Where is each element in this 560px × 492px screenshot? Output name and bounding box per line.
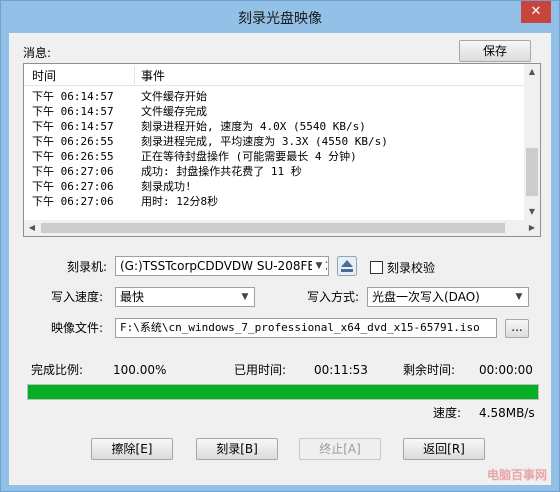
log-event: 刻录成功! <box>141 180 192 193</box>
log-event: 文件缓存开始 <box>141 90 207 103</box>
log-time: 下午 06:14:57 <box>32 90 114 103</box>
complete-label: 完成比例: <box>31 363 84 377</box>
log-row[interactable]: 下午 06:14:57 刻录进程开始, 速度为 4.0X (5540 KB/s) <box>24 118 526 133</box>
log-time: 下午 06:26:55 <box>32 135 114 148</box>
dialog-body: 消息: 保存 时间 事件 下午 06:14:57 文件缓存开始 下午 06:14:5… <box>9 33 551 485</box>
elapsed-label: 已用时间: <box>234 363 287 377</box>
log-row[interactable]: 下午 06:14:57 文件缓存开始 <box>24 88 526 103</box>
scroll-down-icon[interactable]: ▼ <box>524 204 540 220</box>
scroll-left-icon[interactable]: ◀ <box>24 220 40 236</box>
write-speed-value: 最快 <box>120 290 145 304</box>
verify-label: 刻录校验 <box>387 261 436 275</box>
close-icon: ✕ <box>530 4 542 19</box>
column-header-event[interactable]: 事件 <box>141 67 165 84</box>
vertical-scroll-thumb[interactable] <box>526 148 538 196</box>
burn-button[interactable]: 刻录[B] <box>196 438 278 460</box>
stop-button[interactable]: 终止[A] <box>299 438 381 460</box>
column-separator <box>134 66 135 84</box>
burn-image-window: 刻录光盘映像 ✕ 消息: 保存 时间 事件 下午 06:14:57 文件缓存开始下… <box>0 0 560 492</box>
log-time: 下午 06:26:55 <box>32 150 114 163</box>
log-time: 下午 06:27:06 <box>32 195 114 208</box>
log-row[interactable]: 下午 06:27:06 用时: 12分8秒 <box>24 193 526 208</box>
log-row[interactable]: 下午 06:14:57 文件缓存完成 <box>24 103 526 118</box>
watermark-logo: 电脑百事网 <box>486 468 547 482</box>
write-speed-select[interactable]: 最快 ▼ <box>115 287 255 307</box>
write-speed-label: 写入速度: <box>51 290 104 304</box>
scroll-right-icon[interactable]: ▶ <box>524 220 540 236</box>
chevron-down-icon: ▼ <box>238 289 252 305</box>
log-event: 用时: 12分8秒 <box>141 195 219 208</box>
back-button[interactable]: 返回[R] <box>403 438 485 460</box>
log-row[interactable]: 下午 06:27:06 刻录成功! <box>24 178 526 193</box>
window-title: 刻录光盘映像 <box>238 11 322 27</box>
write-mode-value: 光盘一次写入(DAO) <box>372 290 480 304</box>
complete-value: 100.00% <box>113 363 167 377</box>
write-mode-select[interactable]: 光盘一次写入(DAO) ▼ <box>367 287 529 307</box>
burner-label: 刻录机: <box>67 260 108 274</box>
eject-icon[interactable] <box>337 256 357 276</box>
burner-select[interactable]: (G:)TSSTcorpCDDVDW SU-208FB CH00 ▼ <box>115 256 329 276</box>
messages-label: 消息: <box>23 46 52 60</box>
log-row[interactable]: 下午 06:26:55 刻录进程完成, 平均速度为 3.3X (4550 KB/s… <box>24 133 526 148</box>
progress-bar <box>27 384 539 400</box>
horizontal-scroll-thumb[interactable] <box>41 223 505 233</box>
speed-label: 速度: <box>433 406 462 420</box>
speed-value: 4.58MB/s <box>479 406 535 420</box>
title-bar[interactable]: 刻录光盘映像 ✕ <box>1 1 559 33</box>
column-header-time[interactable]: 时间 <box>32 67 56 84</box>
log-row[interactable]: 下午 06:26:55 正在等待封盘操作 (可能需要最长 4 分钟) <box>24 148 526 163</box>
log-event: 正在等待封盘操作 (可能需要最长 4 分钟) <box>141 150 357 163</box>
log-time: 下午 06:14:57 <box>32 105 114 118</box>
message-log[interactable]: 时间 事件 下午 06:14:57 文件缓存开始 下午 06:14:57 文件缓存完成… <box>23 63 541 237</box>
erase-button[interactable]: 擦除[E] <box>91 438 173 460</box>
log-header: 时间 事件 <box>24 64 526 86</box>
log-rows: 下午 06:14:57 文件缓存开始 下午 06:14:57 文件缓存完成 下午 06:… <box>24 88 526 208</box>
log-time: 下午 06:27:06 <box>32 165 114 178</box>
scroll-up-icon[interactable]: ▲ <box>524 64 540 80</box>
remaining-label: 剩余时间: <box>403 363 456 377</box>
log-event: 成功: 封盘操作共花费了 11 秒 <box>141 165 302 178</box>
log-row[interactable]: 下午 06:27:06 成功: 封盘操作共花费了 11 秒 <box>24 163 526 178</box>
burner-value: (G:)TSSTcorpCDDVDW SU-208FB CH00 <box>120 259 329 273</box>
elapsed-value: 00:11:53 <box>314 363 368 377</box>
remaining-value: 00:00:00 <box>479 363 533 377</box>
save-button[interactable]: 保存 <box>459 40 531 62</box>
log-event: 刻录进程完成, 平均速度为 3.3X (4550 KB/s) <box>141 135 388 148</box>
chevron-down-icon: ▼ <box>512 289 526 305</box>
write-mode-label: 写入方式: <box>307 290 360 304</box>
chevron-down-icon: ▼ <box>312 258 326 274</box>
log-time: 下午 06:14:57 <box>32 120 114 133</box>
image-file-input[interactable]: F:\系统\cn_windows_7_professional_x64_dvd_… <box>115 318 497 338</box>
close-button[interactable]: ✕ <box>521 1 551 23</box>
image-file-label: 映像文件: <box>51 321 104 335</box>
browse-button[interactable]: ... <box>505 319 529 338</box>
horizontal-scrollbar[interactable]: ◀ ▶ <box>24 220 540 236</box>
progress-fill <box>28 385 538 399</box>
log-time: 下午 06:27:06 <box>32 180 114 193</box>
vertical-scrollbar[interactable]: ▲ ▼ <box>524 64 540 220</box>
log-event: 刻录进程开始, 速度为 4.0X (5540 KB/s) <box>141 120 366 133</box>
log-event: 文件缓存完成 <box>141 105 207 118</box>
verify-checkbox[interactable] <box>370 261 383 274</box>
